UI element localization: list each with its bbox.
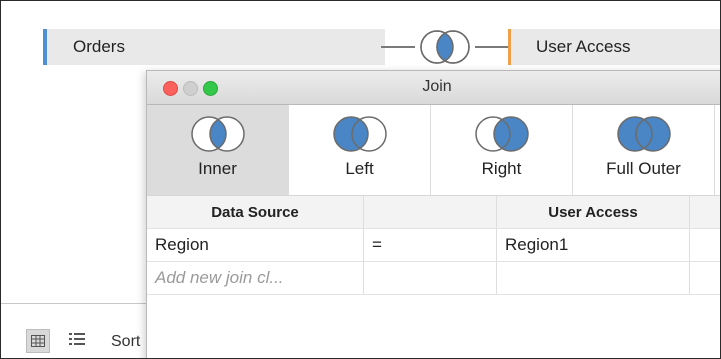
inner-join-venn-icon[interactable] [415,28,475,71]
sort-label[interactable]: Sort [111,333,140,351]
inner-join-icon [190,116,245,152]
user-access-table-label: User Access [536,37,631,56]
right-field-cell[interactable]: Region1 [497,229,690,261]
left-join-icon [332,116,387,152]
bottom-divider [1,303,147,304]
empty-cell [690,262,720,294]
user-access-table-pill[interactable]: User Access [508,29,720,65]
dialog-titlebar: Join [147,71,720,105]
add-join-clause-input[interactable]: Add new join cl... [147,262,364,294]
join-type-full-outer[interactable]: Full Outer [573,105,715,195]
join-connector-right [475,46,508,48]
column-header-data-source: Data Source [147,196,364,228]
orders-table-label: Orders [73,37,125,56]
left-field-cell[interactable]: Region [147,229,364,261]
empty-cell [497,262,690,294]
empty-cell [364,262,497,294]
grid-view-icon[interactable] [26,329,50,353]
join-connector-left [381,46,415,48]
join-type-label: Left [345,159,374,178]
data-source-canvas: Orders User Access Sort Join Inner Left … [0,0,721,359]
list-view-icon[interactable] [69,332,85,351]
right-join-icon [474,116,529,152]
full-outer-join-icon [616,116,671,152]
join-clause-header: Data Source User Access [147,196,720,229]
row-extra-cell [690,229,720,261]
join-clause-row[interactable]: Region = Region1 [147,229,720,262]
join-type-selector: Inner Left Right Full Outer [147,105,720,196]
join-type-inner[interactable]: Inner [147,105,289,195]
column-header-operator [364,196,497,228]
join-dialog: Join Inner Left Right Full Outer Data So… [146,70,720,358]
join-type-label: Inner [198,159,237,178]
join-type-label: Full Outer [606,159,681,178]
join-type-left[interactable]: Left [289,105,431,195]
column-header-user-access: User Access [497,196,690,228]
dialog-title: Join [422,78,452,95]
column-header-extra [690,196,720,228]
join-type-label: Right [481,159,522,178]
add-join-clause-row[interactable]: Add new join cl... [147,262,720,295]
orders-table-pill[interactable]: Orders [43,29,385,65]
operator-cell[interactable]: = [364,229,497,261]
join-type-right[interactable]: Right [431,105,573,195]
